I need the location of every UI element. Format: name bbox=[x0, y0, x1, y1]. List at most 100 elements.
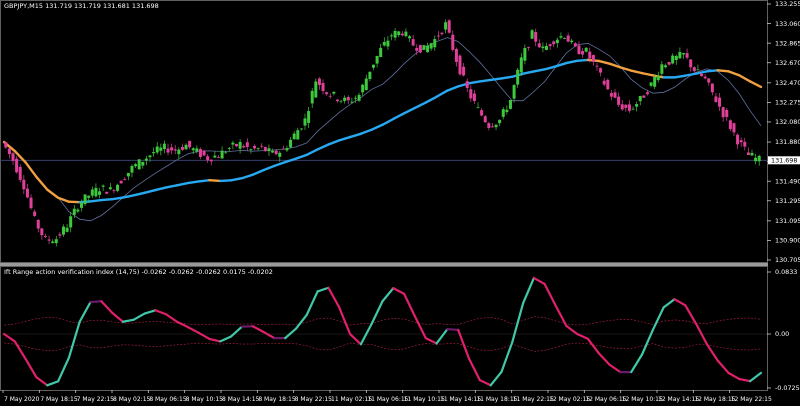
candle-body bbox=[436, 35, 440, 37]
candle-body bbox=[415, 47, 419, 51]
ma-slow-segment bbox=[327, 139, 341, 146]
ma-slow-segment bbox=[316, 143, 330, 151]
candle-body bbox=[429, 43, 433, 49]
time-tick-label: 7 May 2020 bbox=[4, 396, 39, 403]
candle-body bbox=[159, 147, 163, 151]
candle-body bbox=[631, 108, 635, 110]
ma-slow-segment bbox=[381, 117, 395, 126]
candle-body bbox=[58, 234, 62, 236]
candle-body bbox=[451, 34, 455, 50]
candle-body bbox=[400, 33, 404, 36]
candle-body bbox=[36, 219, 40, 229]
ma-slow-segment bbox=[175, 181, 190, 187]
indicator-segment bbox=[413, 315, 427, 340]
candle-body bbox=[346, 97, 350, 101]
ma-slow-segment bbox=[435, 89, 449, 98]
ma-slow-segment bbox=[619, 66, 633, 72]
ma-slow-segment bbox=[370, 123, 384, 131]
ma-slow-segment bbox=[597, 59, 611, 65]
candle-body bbox=[685, 53, 689, 58]
candle-body bbox=[198, 149, 202, 157]
candle-body bbox=[137, 159, 141, 170]
indicator-segment bbox=[565, 324, 579, 336]
ma-slow-segment bbox=[716, 69, 730, 73]
price-axis: 133.255 133.060 132.865 132.670 132.470 132.2… bbox=[767, 0, 800, 264]
price-tick-label: 132.080 bbox=[775, 118, 800, 126]
ma-slow-segment bbox=[240, 173, 254, 180]
candle-body bbox=[620, 104, 624, 110]
candle-body bbox=[606, 79, 610, 90]
candle-body bbox=[310, 90, 314, 104]
candle-body bbox=[743, 141, 747, 147]
time-tick-label: 11 May 02:15 bbox=[331, 396, 372, 403]
ma-slow-segment bbox=[392, 112, 406, 121]
candle-body bbox=[508, 100, 512, 109]
ma-slow-segment bbox=[738, 74, 752, 83]
candle-body bbox=[224, 152, 228, 154]
indicator-segment bbox=[446, 328, 460, 332]
indicator-info-line: Ift Range action verification index (14,… bbox=[4, 268, 273, 276]
candle-body bbox=[101, 185, 105, 187]
ma-slow-segment bbox=[640, 71, 655, 77]
price-tick-label: 131.295 bbox=[775, 197, 800, 205]
candle-body bbox=[94, 187, 98, 197]
chart-window[interactable]: 133.255 133.060 132.865 132.670 132.470 132.2… bbox=[0, 0, 800, 406]
candle-body bbox=[505, 109, 509, 113]
ma-slow-segment bbox=[110, 196, 125, 201]
ma-slow-segment bbox=[89, 198, 103, 203]
panel-separator[interactable] bbox=[0, 263, 768, 266]
ma-slow-segment bbox=[467, 80, 482, 85]
candle-body bbox=[307, 111, 311, 123]
indicator-segment bbox=[640, 328, 654, 356]
candle-body bbox=[155, 146, 159, 153]
candle-body bbox=[739, 140, 743, 143]
candle-body bbox=[408, 36, 412, 39]
candle-body bbox=[530, 30, 534, 39]
time-tick-label: 7 May 22:15 bbox=[77, 396, 115, 403]
candle-body bbox=[7, 148, 11, 155]
indicator-segment bbox=[727, 371, 741, 381]
chart-canvas[interactable]: 133.255 133.060 132.865 132.670 132.470 132.2… bbox=[0, 0, 800, 406]
indicator-segment bbox=[13, 340, 27, 361]
indicator-segment bbox=[262, 330, 276, 340]
indicator-segment bbox=[435, 328, 449, 345]
indicator-segment bbox=[24, 357, 38, 379]
candle-body bbox=[649, 82, 653, 86]
candle-body bbox=[285, 148, 289, 151]
candle-body bbox=[263, 147, 267, 152]
ma-slow-segment bbox=[532, 68, 546, 73]
ma-slow-segment bbox=[489, 77, 503, 82]
candle-body bbox=[213, 155, 217, 158]
ma-slow-segment bbox=[630, 69, 644, 75]
candle-body bbox=[162, 143, 166, 149]
candle-body bbox=[545, 46, 549, 50]
candle-body bbox=[371, 64, 375, 68]
ma-slow-segment bbox=[575, 58, 590, 63]
candle-body bbox=[98, 191, 102, 195]
candle-body bbox=[18, 166, 22, 180]
candle-body bbox=[242, 146, 246, 148]
price-tick-label: 131.490 bbox=[775, 177, 800, 185]
candle-body bbox=[332, 91, 336, 94]
time-tick-label: 11 May 06:15 bbox=[367, 396, 408, 403]
candle-body bbox=[184, 144, 188, 150]
candle-body bbox=[33, 211, 37, 216]
candle-body bbox=[696, 69, 700, 71]
candle-body bbox=[707, 78, 711, 83]
indicator-segment bbox=[2, 332, 16, 343]
candle-body bbox=[267, 148, 271, 152]
candle-body bbox=[548, 44, 552, 47]
price-tick-label: 133.255 bbox=[775, 0, 800, 8]
candle-body bbox=[296, 130, 300, 140]
candle-body bbox=[368, 71, 372, 80]
indicator-segment bbox=[586, 337, 600, 355]
price-tick-label: 132.275 bbox=[775, 99, 800, 107]
candle-body bbox=[202, 150, 206, 156]
candle-body bbox=[703, 76, 707, 79]
indicator-segment bbox=[208, 337, 222, 343]
candle-body bbox=[483, 116, 487, 123]
ma-slow-segment bbox=[402, 106, 417, 115]
candle-body bbox=[54, 239, 58, 244]
candle-body bbox=[245, 142, 249, 147]
candle-body bbox=[537, 43, 541, 48]
